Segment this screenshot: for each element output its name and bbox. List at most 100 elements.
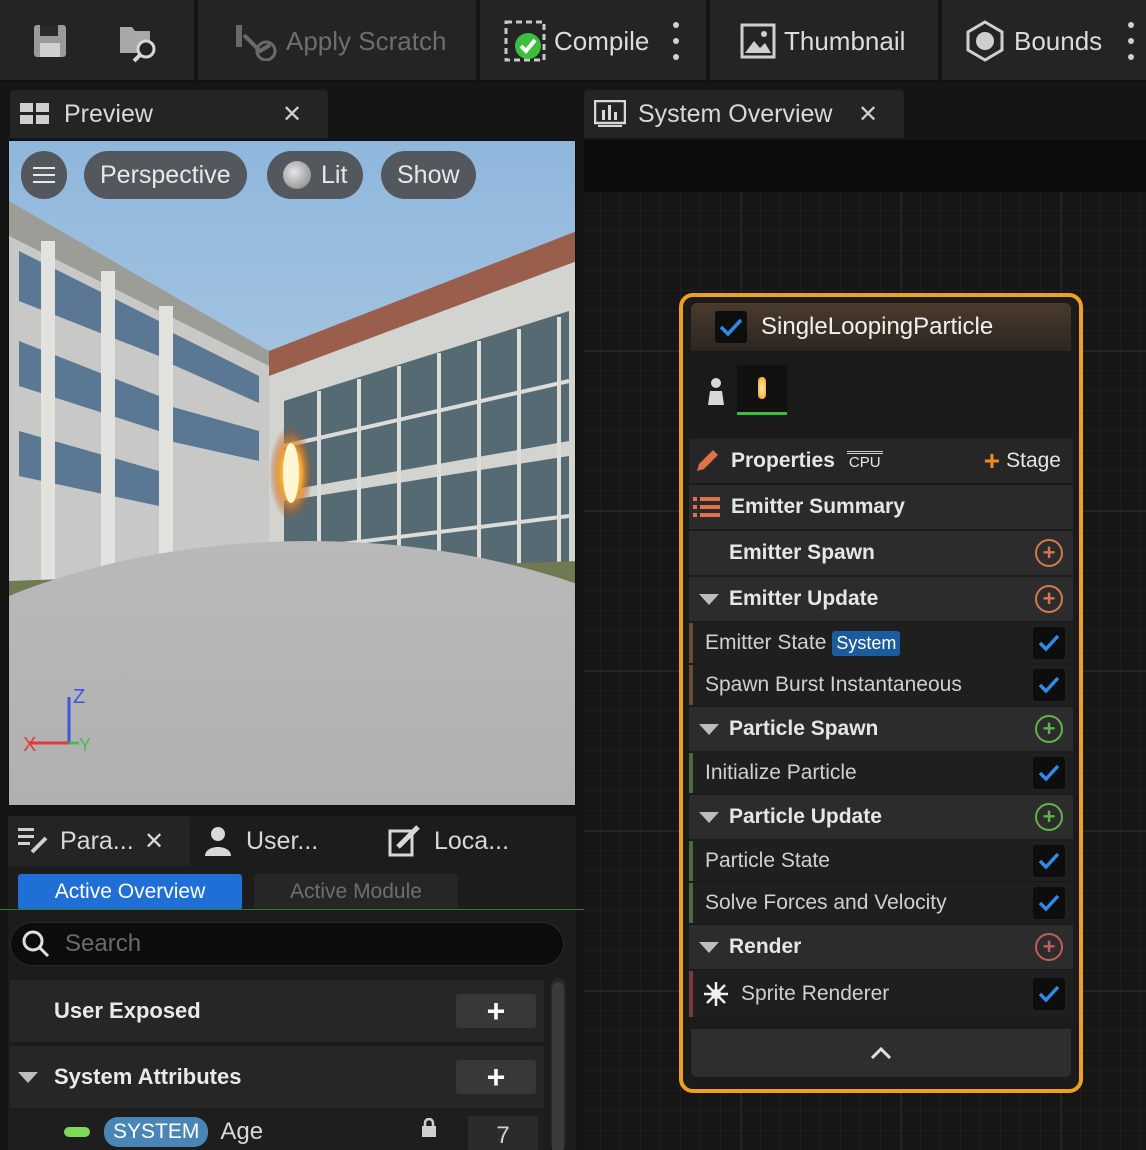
parameter-value[interactable]: 7 bbox=[468, 1116, 538, 1150]
tab-local-parameters[interactable]: Loca... bbox=[388, 816, 558, 866]
module-enabled-checkbox[interactable] bbox=[1033, 887, 1065, 919]
search-input[interactable]: Search bbox=[10, 922, 564, 966]
module-enabled-checkbox[interactable] bbox=[1033, 627, 1065, 659]
chevron-down-icon[interactable] bbox=[699, 941, 719, 953]
save-button[interactable] bbox=[30, 14, 70, 68]
module-enabled-checkbox[interactable] bbox=[1033, 978, 1065, 1010]
scrollbar-thumb[interactable] bbox=[552, 982, 564, 1150]
preview-viewport[interactable]: Perspective Lit Show Z X Y bbox=[8, 140, 576, 806]
render-group[interactable]: Render + bbox=[689, 925, 1073, 969]
tab-parameters[interactable]: Para... ✕ bbox=[8, 816, 190, 866]
bounds-button[interactable]: Bounds bbox=[964, 14, 1102, 68]
bounds-options-button[interactable] bbox=[1127, 22, 1135, 60]
compile-options-button[interactable] bbox=[672, 22, 680, 60]
emitter-spawn-group[interactable]: Emitter Spawn + bbox=[689, 531, 1073, 575]
module-emitter-state[interactable]: Emitter State System bbox=[689, 623, 1073, 663]
hamburger-icon bbox=[33, 167, 55, 183]
thumbnail-button[interactable]: Thumbnail bbox=[740, 14, 905, 68]
scrollbar[interactable] bbox=[550, 978, 566, 1150]
add-module-icon[interactable]: + bbox=[1035, 539, 1063, 567]
local-edit-icon bbox=[388, 825, 420, 857]
chevron-down-icon[interactable] bbox=[18, 1071, 38, 1083]
add-system-attribute-button[interactable]: + bbox=[456, 1059, 536, 1095]
bounds-label: Bounds bbox=[1014, 25, 1103, 56]
emitter-update-group[interactable]: Emitter Update + bbox=[689, 577, 1073, 621]
module-spawn-burst[interactable]: Spawn Burst Instantaneous bbox=[689, 665, 1073, 705]
main-toolbar: Apply Scratch Compile Thumbnail Bounds bbox=[0, 0, 1146, 82]
parameters-icon bbox=[18, 828, 48, 854]
checkmark-icon bbox=[1038, 852, 1060, 870]
emitter-node[interactable]: SingleLoopingParticle Properties CPU + S… bbox=[679, 293, 1083, 1093]
show-button[interactable]: Show bbox=[381, 151, 476, 199]
module-sprite-renderer[interactable]: Sprite Renderer bbox=[689, 971, 1073, 1017]
compile-button[interactable]: Compile bbox=[504, 14, 649, 68]
active-module-button[interactable]: Active Module bbox=[254, 874, 458, 910]
emitter-thumbnail[interactable] bbox=[737, 365, 787, 415]
close-icon[interactable]: ✕ bbox=[858, 100, 878, 129]
perspective-button[interactable]: Perspective bbox=[84, 151, 247, 199]
add-module-icon[interactable]: + bbox=[1035, 715, 1063, 743]
parameter-row-age[interactable]: SYSTEM Age 7 bbox=[10, 1110, 544, 1150]
thumbnail-label: Thumbnail bbox=[784, 25, 906, 56]
system-attributes-section[interactable]: System Attributes + bbox=[10, 1046, 544, 1108]
perspective-label: Perspective bbox=[100, 160, 231, 189]
emitter-properties-row[interactable]: Properties CPU + Stage bbox=[689, 439, 1073, 483]
add-user-parameter-button[interactable]: + bbox=[456, 993, 536, 1029]
parameters-panel: Para... ✕ User... Loca... Active Overvie… bbox=[0, 816, 638, 1150]
close-icon[interactable]: ✕ bbox=[144, 827, 164, 856]
preview-tab-icon bbox=[20, 103, 49, 124]
module-enabled-checkbox[interactable] bbox=[1033, 757, 1065, 789]
cpu-sim-target-badge: CPU bbox=[846, 451, 883, 471]
axis-gizmo: Z X Y bbox=[23, 686, 91, 756]
axis-y-label: Y bbox=[79, 735, 91, 755]
emitter-enabled-checkbox[interactable] bbox=[715, 311, 747, 343]
user-exposed-section[interactable]: User Exposed + bbox=[10, 980, 544, 1042]
sprite-icon bbox=[704, 982, 728, 1006]
active-module-label: Active Module bbox=[290, 880, 422, 903]
module-enabled-checkbox[interactable] bbox=[1033, 669, 1065, 701]
particle-spawn-group[interactable]: Particle Spawn + bbox=[689, 707, 1073, 751]
add-module-icon[interactable]: + bbox=[1035, 585, 1063, 613]
tab-user-parameters[interactable]: User... bbox=[204, 816, 374, 866]
compile-label: Compile bbox=[554, 25, 650, 56]
lit-label: Lit bbox=[321, 160, 348, 189]
render-label: Render bbox=[729, 935, 802, 958]
user-exposed-label: User Exposed bbox=[54, 998, 201, 1023]
emitter-summary-label: Emitter Summary bbox=[731, 495, 905, 518]
chevron-down-icon[interactable] bbox=[699, 593, 719, 605]
lit-button[interactable]: Lit bbox=[267, 151, 364, 199]
thumbnail-icon bbox=[740, 23, 776, 59]
pencil-icon bbox=[697, 450, 718, 471]
module-initialize-particle[interactable]: Initialize Particle bbox=[689, 753, 1073, 793]
module-label: Sprite Renderer bbox=[741, 982, 890, 1005]
emitter-summary-row[interactable]: Emitter Summary bbox=[689, 485, 1073, 529]
lock-icon bbox=[422, 1118, 436, 1137]
particle-update-group[interactable]: Particle Update + bbox=[689, 795, 1073, 839]
browse-button[interactable] bbox=[116, 14, 162, 68]
add-module-icon[interactable]: + bbox=[1035, 803, 1063, 831]
collapse-node-button[interactable] bbox=[691, 1029, 1071, 1077]
emitter-spawn-label: Emitter Spawn bbox=[729, 541, 875, 564]
tab-preview[interactable]: Preview ✕ bbox=[10, 90, 328, 138]
emitter-node-header[interactable]: SingleLoopingParticle bbox=[691, 303, 1071, 351]
module-particle-state[interactable]: Particle State bbox=[689, 841, 1073, 881]
chevron-down-icon[interactable] bbox=[699, 723, 719, 735]
apply-scratch-button[interactable]: Apply Scratch bbox=[234, 14, 446, 68]
tab-system-overview[interactable]: System Overview ✕ bbox=[584, 90, 904, 138]
close-icon[interactable]: ✕ bbox=[282, 100, 302, 129]
checkmark-icon bbox=[1038, 764, 1060, 782]
user-icon bbox=[205, 827, 231, 856]
checkmark-icon bbox=[1038, 676, 1060, 694]
module-solve-forces[interactable]: Solve Forces and Velocity bbox=[689, 883, 1073, 923]
chevron-down-icon[interactable] bbox=[699, 811, 719, 823]
add-stage-button[interactable]: + Stage bbox=[984, 445, 1061, 477]
list-icon bbox=[693, 497, 720, 517]
active-overview-button[interactable]: Active Overview bbox=[18, 874, 242, 910]
module-enabled-checkbox[interactable] bbox=[1033, 845, 1065, 877]
emitter-thumbnail-area bbox=[691, 351, 1071, 437]
apply-scratch-label: Apply Scratch bbox=[286, 25, 447, 56]
checkmark-icon bbox=[1038, 894, 1060, 912]
viewport-menu-button[interactable] bbox=[21, 151, 67, 199]
add-renderer-icon[interactable]: + bbox=[1035, 933, 1063, 961]
emitter-name: SingleLoopingParticle bbox=[761, 313, 994, 340]
